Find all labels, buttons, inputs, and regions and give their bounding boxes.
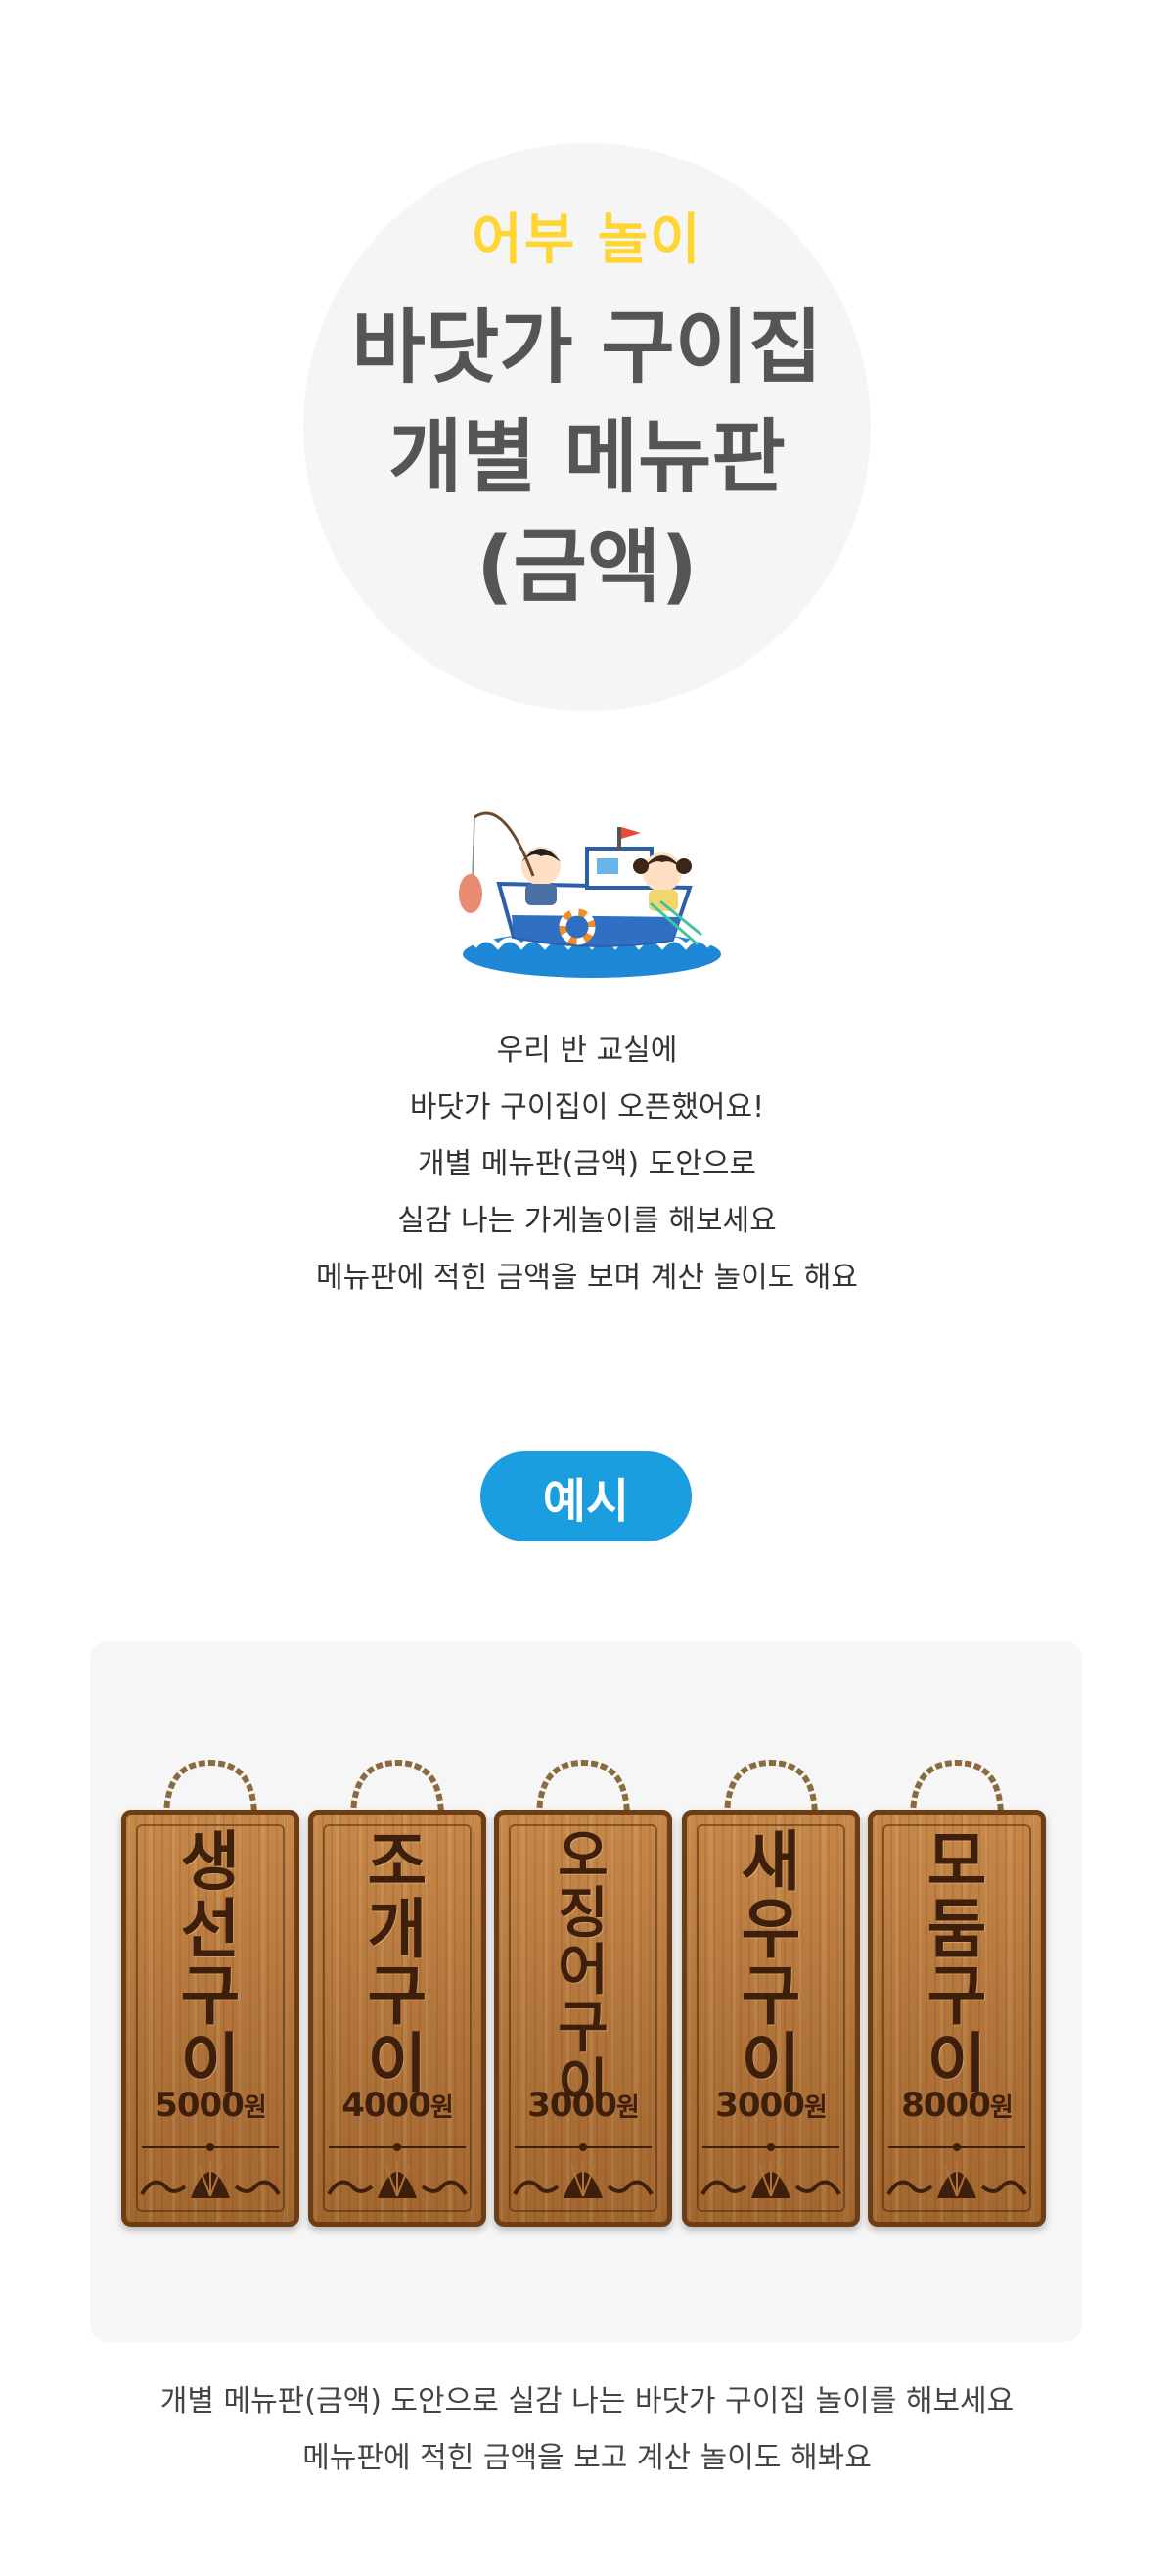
- hero-subtitle: 어부 놀이: [472, 208, 702, 272]
- intro-line: 실감 나는 가게놀이를 해보세요: [397, 1204, 777, 1238]
- intro-text: 우리 반 교실에 바닷가 구이집이 오픈했어요! 개별 메뉴판(금액) 도안으로…: [0, 1023, 1174, 1307]
- shell-wave-icon: [513, 2143, 654, 2198]
- menu-board: 새 우 구 이 3000원: [682, 1757, 860, 2227]
- menu-name: 오 징 어 구 이: [558, 1824, 609, 2117]
- hero-title-line: 개별 메뉴판: [388, 411, 786, 504]
- shell-wave-icon: [886, 2143, 1027, 2198]
- caption-line: 개별 메뉴판(금액) 도안으로 실감 나는 바닷가 구이집 놀이를 해보세요: [159, 2384, 1015, 2418]
- menu-name: 조 개 구 이: [367, 1823, 428, 2101]
- example-badge: 예시: [480, 1451, 692, 1541]
- menu-board: 모 둠 구 이 8000원: [868, 1757, 1046, 2227]
- hero-title-line: 바닷가 구이집: [351, 301, 823, 394]
- wood-board: 모 둠 구 이 8000원: [868, 1810, 1046, 2227]
- intro-line: 바닷가 구이집이 오픈했어요!: [409, 1090, 765, 1125]
- menu-board: 오 징 어 구 이 3000원: [494, 1757, 672, 2227]
- menu-name: 새 우 구 이: [741, 1823, 801, 2101]
- wood-board: 조 개 구 이 4000원: [308, 1810, 486, 2227]
- intro-line: 메뉴판에 적힌 금액을 보며 계산 놀이도 해요: [315, 1261, 859, 1295]
- menu-price: 3000원: [715, 2086, 828, 2125]
- caption-line: 메뉴판에 적힌 금액을 보고 계산 놀이도 해봐요: [302, 2441, 872, 2475]
- intro-line: 개별 메뉴판(금액) 도안으로: [417, 1147, 757, 1181]
- menu-price: 4000원: [341, 2086, 454, 2125]
- menu-board: 조 개 구 이 4000원: [308, 1757, 486, 2227]
- shell-wave-icon: [327, 2143, 468, 2198]
- menu-board: 생 선 구 이 5000원: [121, 1757, 299, 2227]
- caption-text: 개별 메뉴판(금액) 도안으로 실감 나는 바닷가 구이집 놀이를 해보세요 메…: [0, 2373, 1174, 2487]
- wood-board: 새 우 구 이 3000원: [682, 1810, 860, 2227]
- shell-wave-icon: [140, 2143, 281, 2198]
- menu-price: 3000원: [527, 2086, 640, 2125]
- menu-name: 모 둠 구 이: [926, 1823, 987, 2101]
- intro-line: 우리 반 교실에: [496, 1034, 678, 1068]
- hero-title-line: (금액): [476, 521, 698, 614]
- wood-board: 생 선 구 이 5000원: [121, 1810, 299, 2227]
- menu-price: 8000원: [901, 2086, 1014, 2125]
- menu-name: 생 선 구 이: [180, 1823, 241, 2101]
- shell-wave-icon: [700, 2143, 841, 2198]
- wood-board: 오 징 어 구 이 3000원: [494, 1810, 672, 2227]
- hero-title: 바닷가 구이집 개별 메뉴판 (금액): [0, 294, 1174, 622]
- fishing-boat-kids-illustration: [459, 811, 721, 978]
- menu-price: 5000원: [155, 2086, 267, 2125]
